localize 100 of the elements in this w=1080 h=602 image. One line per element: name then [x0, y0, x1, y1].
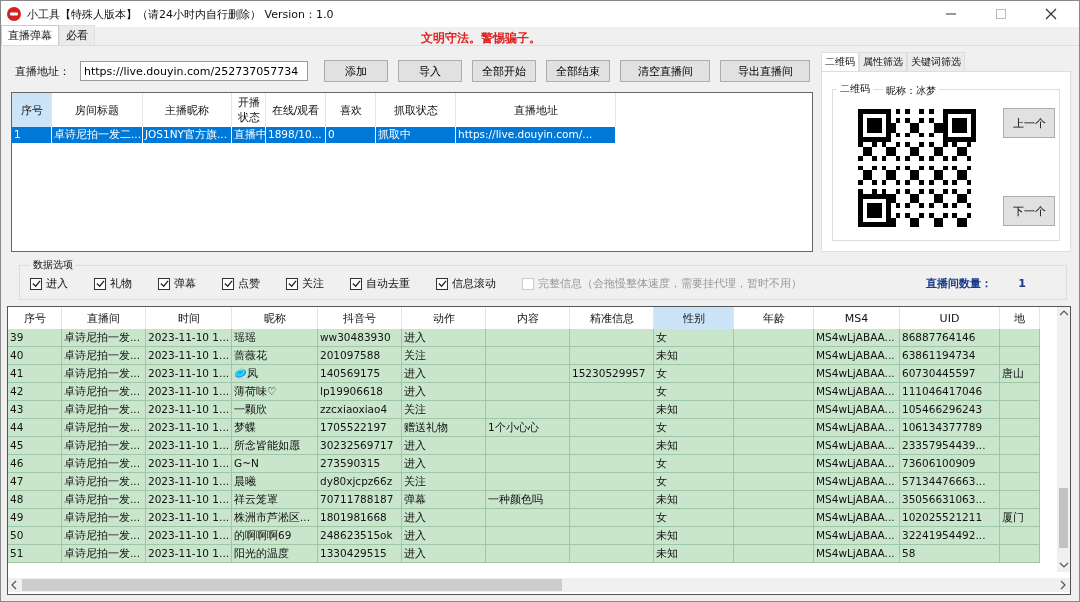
table-cell: 48 — [8, 491, 62, 509]
checkbox[interactable]: 自动去重 — [350, 276, 410, 291]
table-cell: 51 — [8, 545, 62, 563]
scrollbar-thumb[interactable] — [1059, 488, 1068, 548]
table-cell: 73606100909 — [900, 455, 1000, 473]
table-cell: 女 — [654, 455, 734, 473]
list-cell[interactable]: JOS1NY官方旗... — [143, 127, 232, 143]
table-cell: 未知 — [654, 527, 734, 545]
scroll-down-icon[interactable] — [1058, 560, 1069, 570]
toolbar-button[interactable]: 添加 — [324, 60, 388, 82]
checkbox[interactable]: 进入 — [30, 276, 68, 291]
table-cell: 卓诗尼拍一发... — [62, 527, 146, 545]
table-cell: 41 — [8, 365, 62, 383]
table-cell: 卓诗尼拍一发... — [62, 419, 146, 437]
list-cell[interactable]: 卓诗尼拍一发二... — [52, 127, 143, 143]
check-icon — [95, 279, 105, 288]
nickname-label: 昵称：冰梦 — [883, 84, 939, 98]
table-cell: 关注 — [402, 347, 486, 365]
list-cell[interactable]: 0 — [326, 127, 376, 143]
table-cell: 卓诗尼拍一发... — [62, 437, 146, 455]
table-cell: 40 — [8, 347, 62, 365]
table-cell — [1000, 527, 1040, 545]
table-cell: 30232569717 — [318, 437, 402, 455]
table-cell: G~N — [232, 455, 318, 473]
table-cell: 32241954492... — [900, 527, 1000, 545]
table-cell: 2023-11-10 1... — [146, 473, 232, 491]
table-cell: 2023-11-10 1... — [146, 455, 232, 473]
toolbar-button[interactable]: 全部结束 — [546, 60, 610, 82]
scrollbar-thumb[interactable] — [22, 579, 562, 591]
tab[interactable]: 关键词筛选 — [907, 52, 965, 71]
table-cell: 进入 — [402, 365, 486, 383]
app-logo-icon — [7, 7, 21, 21]
table-cell — [1000, 491, 1040, 509]
table-cell: zzcxiaoxiao4 — [318, 401, 402, 419]
tab[interactable]: 属性筛选 — [859, 52, 907, 71]
toolbar-button[interactable]: 导入 — [398, 60, 462, 82]
tab[interactable]: 必看 — [59, 25, 95, 45]
check-icon — [351, 279, 361, 288]
table-cell: 卓诗尼拍一发... — [62, 347, 146, 365]
table-cell: 进入 — [402, 455, 486, 473]
toolbar-button[interactable]: 导出直播间 — [720, 60, 810, 82]
address-label: 直播地址： — [15, 63, 70, 79]
table-cell: 女 — [654, 329, 734, 347]
table-cell: 201097588 — [318, 347, 402, 365]
table-cell: 47 — [8, 473, 62, 491]
table-cell: 未知 — [654, 401, 734, 419]
table-cell: MS4wLjABAA... — [814, 437, 900, 455]
table-cell: 1个小心心 — [486, 419, 570, 437]
table-cell: 阳光的温度 — [232, 545, 318, 563]
table-cell: 2023-11-10 1... — [146, 437, 232, 455]
table-cell: 卓诗尼拍一发... — [62, 509, 146, 527]
table-cell: 50 — [8, 527, 62, 545]
table-cell — [1000, 437, 1040, 455]
table-cell: 102025521211 — [900, 509, 1000, 527]
scroll-right-icon[interactable] — [1058, 580, 1068, 590]
previous-button[interactable]: 上一个 — [1003, 108, 1055, 138]
checkbox[interactable]: 点赞 — [222, 276, 260, 291]
table-cell: 所念皆能如愿 — [232, 437, 318, 455]
table-cell: 1801981668 — [318, 509, 402, 527]
list-cell[interactable]: 直播中 — [232, 127, 266, 143]
table-cell: 248623515ok — [318, 527, 402, 545]
table-cell: MS4wLjABAA... — [814, 509, 900, 527]
table-cell: MS4wLjABAA... — [814, 527, 900, 545]
table-cell: 2023-11-10 1... — [146, 509, 232, 527]
table-cell: 45 — [8, 437, 62, 455]
checkbox[interactable]: 弹幕 — [158, 276, 196, 291]
list-cell[interactable]: 抓取中 — [376, 127, 456, 143]
group-title: 数据选项 — [32, 258, 74, 272]
warning-notice: 文明守法。警惕骗子。 — [421, 30, 541, 47]
checkbox[interactable]: 关注 — [286, 276, 324, 291]
table-cell: 株洲市芦淞区... — [232, 509, 318, 527]
list-cell[interactable]: 1898/10... — [266, 127, 326, 143]
table-cell — [1000, 545, 1040, 563]
checkbox[interactable]: 信息滚动 — [436, 276, 496, 291]
room-count-label: 直播间数量： — [926, 276, 993, 291]
table-cell: MS4wLjABAA... — [814, 347, 900, 365]
table-cell: 进入 — [402, 545, 486, 563]
table-cell: MS4wLjABAA... — [814, 455, 900, 473]
list-cell[interactable]: 1 — [12, 127, 52, 143]
column-header[interactable]: 性别 — [654, 307, 734, 329]
table-cell: 2023-11-10 1... — [146, 383, 232, 401]
table-cell: 140569175 — [318, 365, 402, 383]
table-cell — [1000, 347, 1040, 365]
table-cell: 43 — [8, 401, 62, 419]
toolbar-button[interactable]: 全部开始 — [472, 60, 536, 82]
next-button[interactable]: 下一个 — [1003, 196, 1055, 226]
checkbox[interactable]: 礼物 — [94, 276, 132, 291]
address-field[interactable]: https://live.douyin.com/252737057734 — [80, 61, 308, 81]
table-cell: 57134476663... — [900, 473, 1000, 491]
table-cell: 2023-11-10 1... — [146, 401, 232, 419]
tab[interactable]: 二维码 — [821, 52, 859, 71]
tab[interactable]: 直播弹幕 — [1, 25, 59, 45]
room-count-value: 1 — [1018, 277, 1026, 290]
table-cell: 未知 — [654, 491, 734, 509]
table-cell: 卓诗尼拍一发... — [62, 383, 146, 401]
table-cell: 49 — [8, 509, 62, 527]
toolbar-button[interactable]: 清空直播间 — [620, 60, 710, 82]
table-cell: 进入 — [402, 383, 486, 401]
table-cell: 一颗欣 — [232, 401, 318, 419]
list-cell[interactable]: https://live.douyin.com/... — [456, 127, 616, 143]
